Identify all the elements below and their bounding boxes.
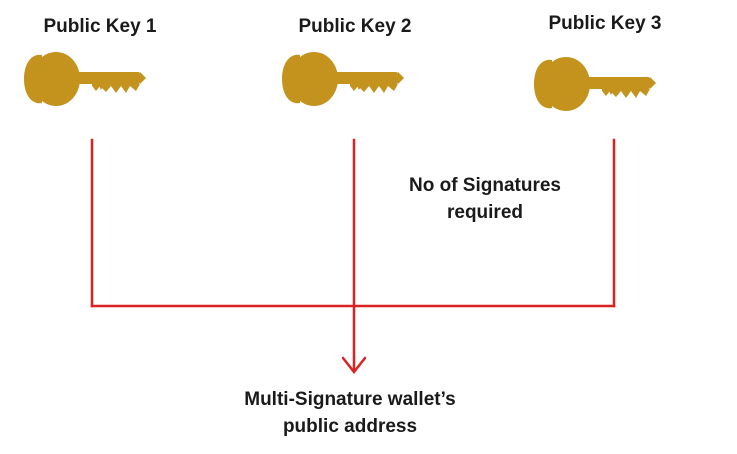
wallet-address-line-2: public address — [282, 416, 418, 437]
signatures-required-label: No of Signatures required — [408, 175, 561, 223]
key-label: Public Key 1 — [43, 16, 157, 37]
key-icon — [24, 52, 146, 106]
key-label: Public Key 2 — [298, 16, 412, 37]
key-label: Public Key 3 — [548, 13, 662, 34]
key-icon — [534, 57, 656, 111]
wallet-address-label: Multi-Signature wallet’s public address — [220, 386, 480, 440]
key-icon — [282, 52, 404, 106]
wallet-address-line-1: Multi-Signature wallet’s — [244, 389, 456, 410]
